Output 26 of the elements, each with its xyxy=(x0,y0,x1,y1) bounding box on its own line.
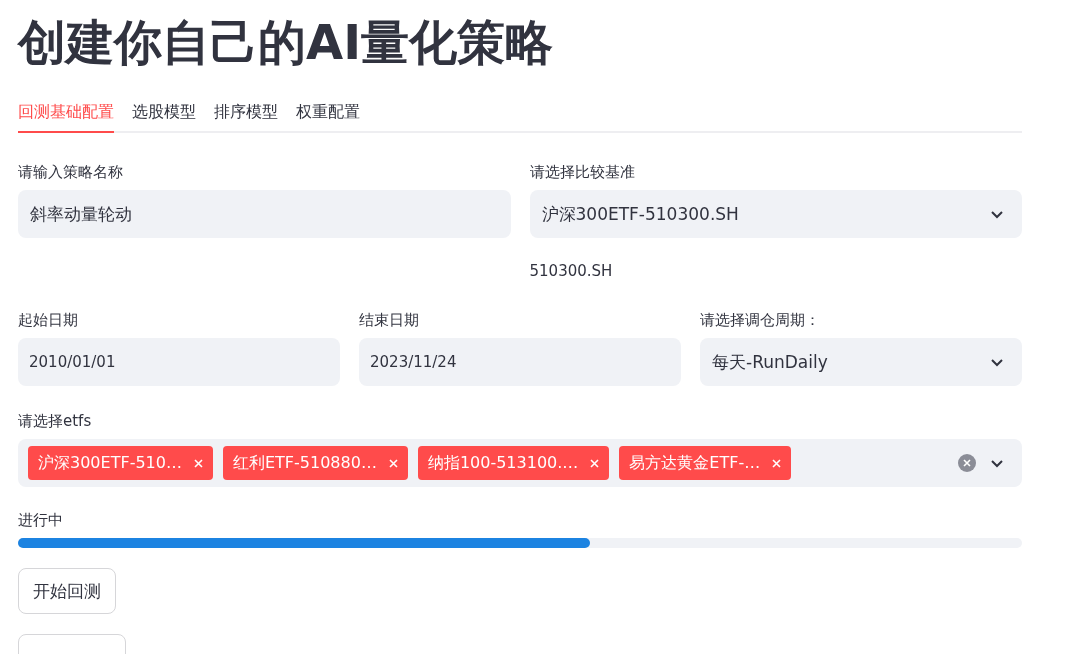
date-field[interactable]: 2023/11/24 xyxy=(359,338,681,386)
clear-icon[interactable] xyxy=(958,454,976,472)
date-field[interactable]: 2010/01/01 xyxy=(18,338,340,386)
tab[interactable]: 选股模型 xyxy=(132,102,196,133)
field-label: 请选择调仓周期： xyxy=(700,310,821,330)
close-icon[interactable] xyxy=(590,458,600,468)
start-backtest-button[interactable]: 开始回测 xyxy=(18,568,116,614)
code-text: 510300.SH xyxy=(529,262,614,280)
field-label: 请选择比较基准 xyxy=(529,162,636,182)
chevron-down-icon xyxy=(990,357,1004,367)
close-icon[interactable] xyxy=(388,458,398,468)
select-box[interactable]: 每天-RunDaily xyxy=(700,338,1022,386)
field-label: 请输入策略名称 xyxy=(18,162,124,182)
chevron-down-icon xyxy=(990,209,1004,219)
progress-label: 进行中 xyxy=(18,510,64,530)
page-title: 创建你自己的AI量化策略 xyxy=(18,13,554,72)
field-label: 结束日期 xyxy=(359,310,420,330)
field-label: 请选择etfs xyxy=(18,411,93,431)
field-label: 起始日期 xyxy=(18,310,79,330)
close-icon[interactable] xyxy=(193,458,203,468)
tab[interactable]: 权重配置 xyxy=(296,102,360,133)
close-icon[interactable] xyxy=(772,458,782,468)
tab[interactable]: 排序模型 xyxy=(214,102,278,133)
chevron-down-icon xyxy=(990,458,1004,468)
select-box[interactable]: 沪深300ETF-510300.SH xyxy=(529,190,1022,238)
input-field[interactable]: 斜率动量轮动 xyxy=(18,190,511,238)
